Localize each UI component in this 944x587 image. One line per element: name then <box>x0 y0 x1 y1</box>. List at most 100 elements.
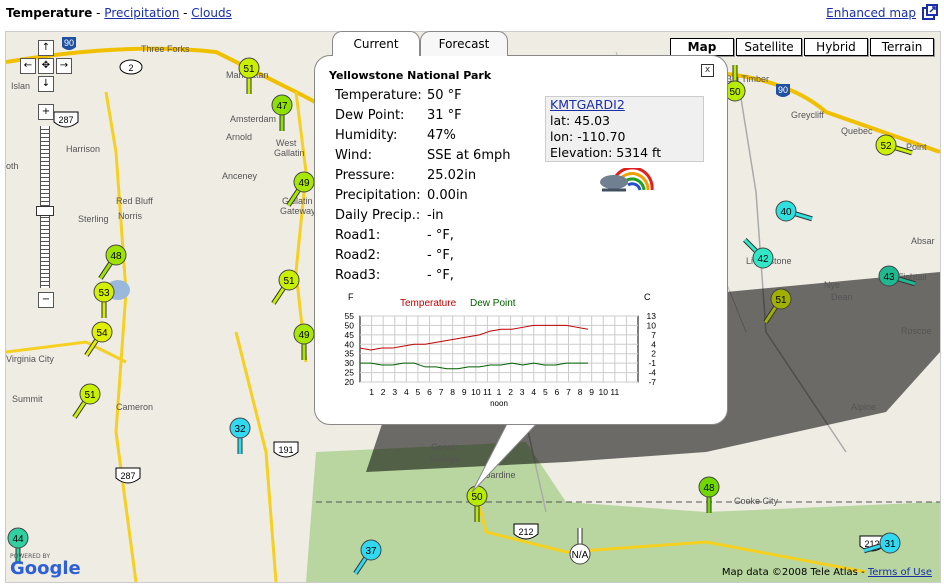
condition-value: - °F, <box>427 268 454 283</box>
place-label: Cameron <box>116 402 153 412</box>
map-type-satellite[interactable]: Satellite <box>736 38 802 56</box>
weather-underground-logo-icon <box>600 168 654 192</box>
svg-text:212: 212 <box>518 527 533 537</box>
weather-station-marker[interactable]: 51 <box>763 288 792 324</box>
condition-value: 25.02in <box>427 168 477 183</box>
x-tick: 8 <box>450 387 455 397</box>
x-tick: 8 <box>578 387 583 397</box>
weather-station-marker[interactable]: 40 <box>775 200 813 222</box>
x-tick: 5 <box>416 387 421 397</box>
pan-left-button[interactable]: ← <box>20 58 36 74</box>
zoom-out-button[interactable]: − <box>38 292 54 308</box>
weather-station-marker[interactable]: N/A <box>569 528 591 565</box>
map-type-map[interactable]: Map <box>670 38 734 56</box>
weather-station-marker[interactable]: 31 <box>863 532 901 554</box>
weather-station-marker[interactable]: 51 <box>271 269 300 305</box>
x-tick: 3 <box>392 387 397 397</box>
svg-text:90: 90 <box>778 85 788 95</box>
marker-temp: 40 <box>780 207 792 218</box>
x-tick: 9 <box>462 387 467 397</box>
weather-station-marker[interactable]: 49 <box>286 171 315 207</box>
marker-temp: 49 <box>298 330 310 341</box>
place-label: Three Forks <box>141 44 190 54</box>
weather-station-marker[interactable]: 43 <box>878 265 916 287</box>
pan-up-button[interactable]: ↑ <box>38 40 54 56</box>
marker-temp: 37 <box>365 546 377 557</box>
precipitation-link[interactable]: Precipitation <box>104 6 179 20</box>
weather-station-marker[interactable]: 47 <box>271 94 293 131</box>
external-window-icon[interactable] <box>922 4 938 20</box>
marker-temp: N/A <box>572 550 589 561</box>
condition-label: Dew Point: <box>335 108 405 123</box>
marker-temp: 32 <box>234 424 246 435</box>
place-label: Corwin <box>431 442 459 452</box>
current-layer-label: Temperature <box>6 6 93 20</box>
left-unit: F <box>348 292 354 302</box>
x-tick: 1 <box>369 387 374 397</box>
condition-value: 31 °F <box>427 108 462 123</box>
weather-station-marker[interactable]: 48 <box>698 476 720 513</box>
map-type-terrain[interactable]: Terrain <box>870 38 934 56</box>
weather-station-marker[interactable]: 37 <box>353 539 382 575</box>
place-label: Summit <box>12 394 43 404</box>
condition-value: - °F, <box>427 248 454 263</box>
weather-station-marker[interactable]: 42 <box>743 238 774 269</box>
legend-entry: Dew Point <box>470 298 516 309</box>
enhanced-map-link[interactable]: Enhanced map <box>826 6 916 20</box>
station-title: Yellowstone National Park <box>329 69 492 82</box>
svg-text:287: 287 <box>58 115 73 125</box>
google-logo: POWERED BY Google <box>10 553 81 579</box>
station-id-link[interactable]: KMTGARDI2 <box>550 97 625 112</box>
clouds-link[interactable]: Clouds <box>191 6 232 20</box>
condition-value: 47% <box>427 128 456 143</box>
pan-down-button[interactable]: ↓ <box>38 76 54 92</box>
separator: - <box>92 6 105 20</box>
x-tick: 2 <box>381 387 386 397</box>
weather-station-marker[interactable]: 44 <box>7 527 29 564</box>
weather-station-marker[interactable]: 54 <box>84 321 113 357</box>
terms-of-use-link[interactable]: Terms of Use <box>868 567 932 578</box>
station-info-box: KMTGARDI2 lat: 45.03 lon: -110.70 Elevat… <box>545 96 704 162</box>
station-elevation: Elevation: 5314 ft <box>550 145 662 160</box>
station-lat: lat: 45.03 <box>550 113 611 128</box>
marker-temp: 51 <box>283 276 295 287</box>
tab-forecast[interactable]: Forecast <box>420 31 508 56</box>
svg-text:287: 287 <box>120 471 135 481</box>
marker-temp: 42 <box>757 254 769 265</box>
weather-station-marker[interactable]: 51 <box>72 383 101 419</box>
pan-zoom-control: ↑ ← ✥ → ↓ + − <box>12 38 72 318</box>
condition-label: Road3: <box>335 268 381 283</box>
condition-value: SSE at 6mph <box>427 148 511 163</box>
tab-current[interactable]: Current <box>332 31 420 56</box>
place-label: Alpine <box>851 402 876 412</box>
map-type-hybrid[interactable]: Hybrid <box>804 38 868 56</box>
place-label: Norris <box>118 211 142 221</box>
route-shield: 212 <box>513 523 539 540</box>
weather-station-marker[interactable]: 52 <box>875 134 913 156</box>
place-label: Arnold <box>226 132 252 142</box>
place-label: Anceney <box>222 171 258 181</box>
condition-value: -in <box>427 208 444 223</box>
place-label: Greycliff <box>791 110 824 120</box>
close-icon[interactable]: x <box>701 64 714 77</box>
place-label: Springs <box>429 454 460 464</box>
y-tick-left: 20 <box>345 377 355 387</box>
weather-station-marker[interactable]: 49 <box>293 323 315 360</box>
pan-right-button[interactable]: → <box>56 58 72 74</box>
x-tick: 4 <box>531 387 536 397</box>
right-unit: C <box>644 292 651 302</box>
weather-station-marker[interactable]: 53 <box>93 281 115 318</box>
route-shield: 191 <box>273 441 299 458</box>
weather-station-marker[interactable]: 32 <box>229 417 251 454</box>
condition-value: 50 °F <box>427 88 462 103</box>
x-tick: 11 <box>610 387 619 397</box>
svg-text:191: 191 <box>278 445 293 455</box>
place-label: Dean <box>831 292 853 302</box>
marker-temp: 47 <box>276 101 288 112</box>
zoom-slider-thumb[interactable] <box>36 206 54 216</box>
pan-center-button[interactable]: ✥ <box>38 58 54 74</box>
place-label: Virginia City <box>6 354 54 364</box>
condition-label: Wind: <box>335 148 373 163</box>
x-axis-label: noon <box>490 399 508 408</box>
zoom-in-button[interactable]: + <box>38 104 54 120</box>
